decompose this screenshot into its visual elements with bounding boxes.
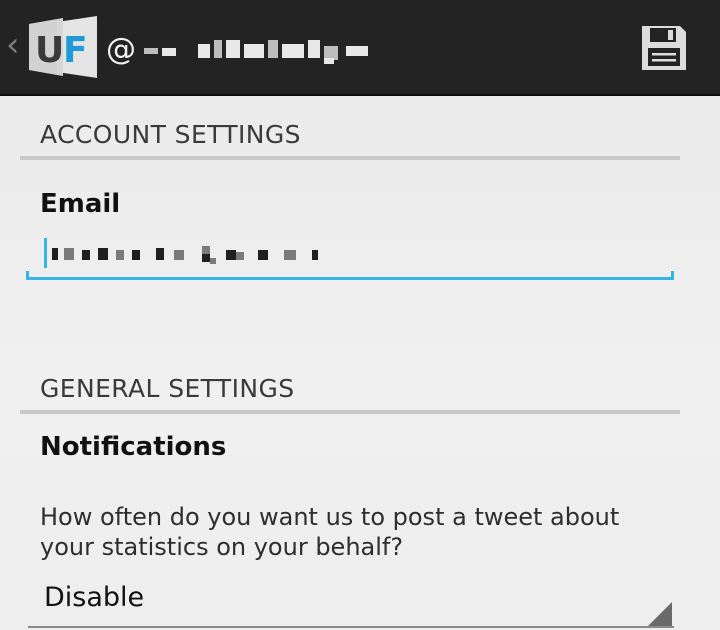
account-settings-divider xyxy=(20,156,680,160)
app-logo-icon[interactable]: U F xyxy=(27,16,99,78)
email-field-right-tick xyxy=(671,271,674,280)
floppy-disk-graphic xyxy=(642,26,686,70)
email-field[interactable] xyxy=(26,228,674,280)
redacted-username xyxy=(140,38,370,64)
notifications-description: How often do you want us to post a tweet… xyxy=(40,503,620,561)
general-settings-divider xyxy=(20,410,680,414)
action-bar: ‹ U F @ xyxy=(0,0,720,96)
spinner-dropdown-icon xyxy=(648,602,672,626)
notifications-label: Notifications xyxy=(40,432,227,462)
text-cursor xyxy=(44,238,47,268)
logo-letter-f: F xyxy=(63,30,88,71)
up-navigation-caret-icon[interactable]: ‹ xyxy=(6,28,20,62)
account-settings-header: ACCOUNT SETTINGS xyxy=(40,120,301,149)
spinner-underline xyxy=(28,626,674,628)
uf-logo-graphic: U F xyxy=(29,16,97,78)
account-handle: @ xyxy=(106,30,370,70)
save-icon[interactable] xyxy=(640,24,688,72)
handle-at-sign: @ xyxy=(106,32,136,67)
email-label: Email xyxy=(40,189,121,219)
redacted-email-value xyxy=(52,246,322,264)
logo-letter-u: U xyxy=(35,30,64,71)
general-settings-header: GENERAL SETTINGS xyxy=(40,374,295,403)
notification-frequency-spinner[interactable]: Disable xyxy=(28,578,674,628)
email-field-underline xyxy=(26,277,674,280)
email-field-left-tick xyxy=(26,271,29,280)
notification-frequency-value: Disable xyxy=(44,582,145,613)
